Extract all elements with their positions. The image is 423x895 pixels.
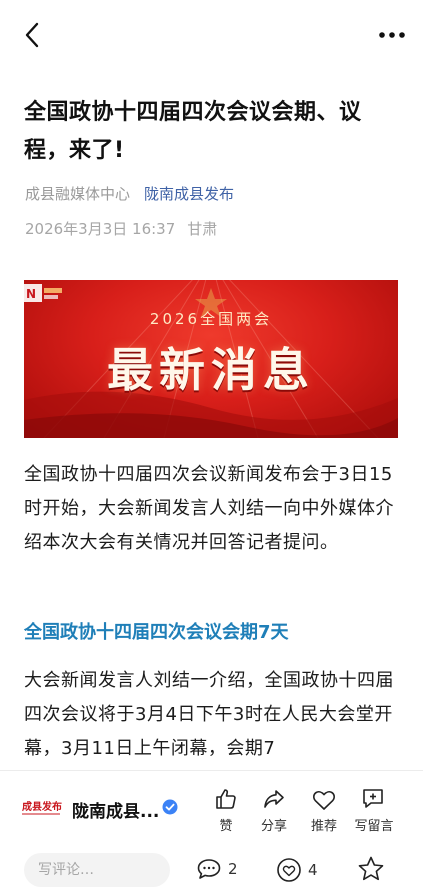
comments-button[interactable]: 2 (196, 857, 238, 881)
article-location: 甘肃 (187, 220, 218, 238)
top-bar (0, 0, 423, 66)
thumbs-up-icon (216, 789, 236, 809)
article-paragraph: 全国政协十四届四次会议新闻发布会于3日15时开始，大会新闻发言人刘结一向中外媒体… (24, 464, 394, 553)
recommend-label: 推荐 (310, 819, 337, 834)
comment-bubble-icon (197, 859, 221, 879)
article-title: 全国政协十四届四次会议会期、议程，来了! (24, 100, 362, 163)
more-dots-icon (379, 32, 405, 38)
share-arrow-icon (264, 790, 284, 808)
like-count: 4 (308, 861, 318, 879)
svg-text:发布: 发布 (41, 800, 62, 813)
write-comment-button[interactable]: 写留言 (346, 781, 402, 834)
svg-text:N: N (26, 287, 36, 301)
article-content: 全国政协十四届四次会议会期、议程，来了! 成县融媒体中心 陇南成县发布 2026… (0, 66, 423, 770)
favorite-button[interactable] (357, 855, 385, 887)
star-icon (358, 856, 384, 881)
article-banner-image[interactable]: N 2026全国两会 最新消息 (24, 280, 398, 438)
article-datetime: 2026年3月3日 16:37 (25, 220, 176, 238)
write-comment-icon (363, 789, 383, 808)
banner-subtitle: 2026全国两会 (149, 310, 273, 328)
publisher-link[interactable]: 陇南成县发布 (144, 183, 234, 204)
account-logo-icon[interactable]: 成县 发布 (20, 797, 62, 819)
bottom-bar: 成县 发布 陇南成县... 赞 分享 推荐 写留言 写评论… 2 4 (0, 770, 423, 895)
likes-button[interactable]: 4 (276, 857, 318, 883)
more-button[interactable] (375, 22, 409, 48)
like-circle-icon (277, 858, 301, 882)
recommend-button[interactable]: 推荐 (296, 781, 352, 834)
write-comment-label: 写留言 (354, 819, 394, 834)
comment-count: 2 (228, 860, 238, 878)
share-button[interactable]: 分享 (246, 781, 302, 834)
xinhua-logo-icon: N (24, 284, 62, 302)
article-source: 成县融媒体中心 (25, 185, 131, 203)
article-source-row: 成县融媒体中心 陇南成县发布 (25, 183, 234, 204)
back-chevron-icon (25, 22, 39, 48)
heart-icon (313, 791, 335, 810)
svg-text:成县: 成县 (22, 800, 42, 813)
share-label: 分享 (260, 819, 287, 834)
section-heading: 全国政协十四届四次会议会期7天 (24, 622, 289, 643)
article-meta-row: 2026年3月3日 16:37 甘肃 (25, 218, 217, 239)
back-button[interactable] (18, 20, 46, 50)
account-name[interactable]: 陇南成县... (72, 797, 159, 822)
article-paragraph: 大会新闻发言人刘结一介绍，全国政协十四届四次会议将于3月4日下午3时在人民大会堂… (24, 670, 394, 759)
comment-input[interactable] (24, 853, 170, 887)
banner-headline: 最新消息 (107, 343, 315, 397)
verified-badge-icon (162, 799, 178, 815)
